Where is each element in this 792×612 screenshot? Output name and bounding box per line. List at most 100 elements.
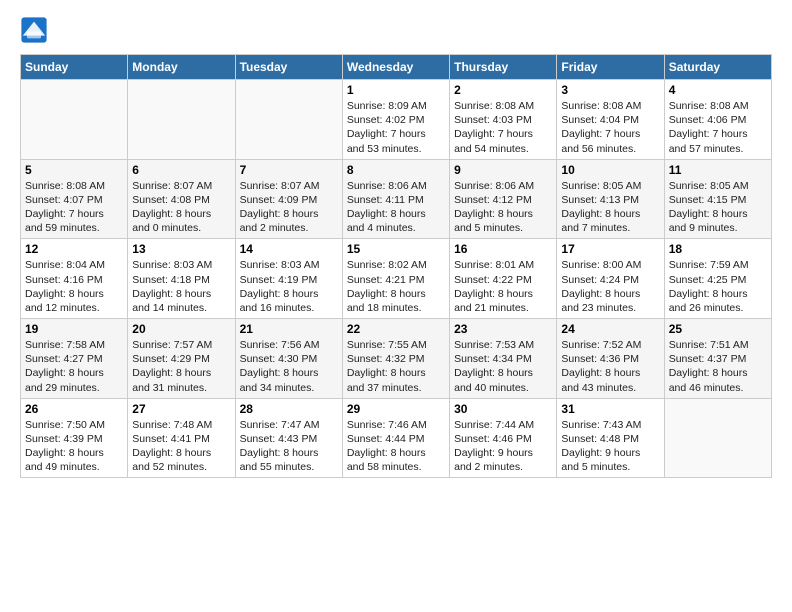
day-info: Sunrise: 8:01 AM Sunset: 4:22 PM Dayligh… xyxy=(454,258,552,315)
day-info: Sunrise: 8:05 AM Sunset: 4:15 PM Dayligh… xyxy=(669,179,767,236)
calendar-cell: 9 Sunrise: 8:06 AM Sunset: 4:12 PM Daylig… xyxy=(450,159,557,239)
day-number: 3 xyxy=(561,83,659,97)
page: SundayMondayTuesdayWednesdayThursdayFrid… xyxy=(0,0,792,488)
day-info: Sunrise: 8:04 AM Sunset: 4:16 PM Dayligh… xyxy=(25,258,123,315)
calendar-cell: 25Sunrise: 7:51 AM Sunset: 4:37 PM Dayli… xyxy=(664,319,771,399)
day-info: Sunrise: 7:56 AM Sunset: 4:30 PM Dayligh… xyxy=(240,338,338,395)
weekday-wednesday: Wednesday xyxy=(342,55,449,80)
calendar-cell: 12 Sunrise: 8:04 AM Sunset: 4:16 PM Dayli… xyxy=(21,239,128,319)
day-number: 29 xyxy=(347,402,445,416)
calendar-cell: 23 Sunrise: 7:53 AM Sunset: 4:34 PM Dayli… xyxy=(450,319,557,399)
logo-icon xyxy=(20,16,48,44)
calendar-cell: 1 Sunrise: 8:09 AM Sunset: 4:02 PM Daylig… xyxy=(342,80,449,160)
calendar-body: 1 Sunrise: 8:09 AM Sunset: 4:02 PM Daylig… xyxy=(21,80,772,478)
header xyxy=(20,16,772,44)
calendar-cell: 5Sunrise: 8:08 AM Sunset: 4:07 PM Daylig… xyxy=(21,159,128,239)
day-info: Sunrise: 7:59 AM Sunset: 4:25 PM Dayligh… xyxy=(669,258,767,315)
weekday-tuesday: Tuesday xyxy=(235,55,342,80)
calendar-cell: 22 Sunrise: 7:55 AM Sunset: 4:32 PM Dayli… xyxy=(342,319,449,399)
week-row-3: 12 Sunrise: 8:04 AM Sunset: 4:16 PM Dayli… xyxy=(21,239,772,319)
day-info: Sunrise: 8:06 AM Sunset: 4:11 PM Dayligh… xyxy=(347,179,445,236)
day-number: 5 xyxy=(25,163,123,177)
calendar-cell: 8Sunrise: 8:06 AM Sunset: 4:11 PM Daylig… xyxy=(342,159,449,239)
weekday-header-row: SundayMondayTuesdayWednesdayThursdayFrid… xyxy=(21,55,772,80)
calendar-cell: 30 Sunrise: 7:44 AM Sunset: 4:46 PM Dayli… xyxy=(450,398,557,478)
day-info: Sunrise: 8:08 AM Sunset: 4:03 PM Dayligh… xyxy=(454,99,552,156)
day-info: Sunrise: 8:00 AM Sunset: 4:24 PM Dayligh… xyxy=(561,258,659,315)
day-number: 11 xyxy=(669,163,767,177)
calendar-cell: 27 Sunrise: 7:48 AM Sunset: 4:41 PM Dayli… xyxy=(128,398,235,478)
day-info: Sunrise: 7:57 AM Sunset: 4:29 PM Dayligh… xyxy=(132,338,230,395)
day-number: 9 xyxy=(454,163,552,177)
day-info: Sunrise: 8:02 AM Sunset: 4:21 PM Dayligh… xyxy=(347,258,445,315)
day-info: Sunrise: 8:09 AM Sunset: 4:02 PM Dayligh… xyxy=(347,99,445,156)
day-info: Sunrise: 7:58 AM Sunset: 4:27 PM Dayligh… xyxy=(25,338,123,395)
day-number: 13 xyxy=(132,242,230,256)
day-info: Sunrise: 8:05 AM Sunset: 4:13 PM Dayligh… xyxy=(561,179,659,236)
calendar-cell: 21 Sunrise: 7:56 AM Sunset: 4:30 PM Dayli… xyxy=(235,319,342,399)
day-number: 20 xyxy=(132,322,230,336)
day-info: Sunrise: 7:50 AM Sunset: 4:39 PM Dayligh… xyxy=(25,418,123,475)
day-info: Sunrise: 7:48 AM Sunset: 4:41 PM Dayligh… xyxy=(132,418,230,475)
day-number: 2 xyxy=(454,83,552,97)
day-info: Sunrise: 8:08 AM Sunset: 4:06 PM Dayligh… xyxy=(669,99,767,156)
calendar-cell: 16Sunrise: 8:01 AM Sunset: 4:22 PM Dayli… xyxy=(450,239,557,319)
calendar-cell: 20 Sunrise: 7:57 AM Sunset: 4:29 PM Dayli… xyxy=(128,319,235,399)
calendar-cell: 4Sunrise: 8:08 AM Sunset: 4:06 PM Daylig… xyxy=(664,80,771,160)
day-number: 30 xyxy=(454,402,552,416)
day-number: 6 xyxy=(132,163,230,177)
day-number: 24 xyxy=(561,322,659,336)
day-number: 27 xyxy=(132,402,230,416)
day-number: 14 xyxy=(240,242,338,256)
calendar-cell: 11 Sunrise: 8:05 AM Sunset: 4:15 PM Dayli… xyxy=(664,159,771,239)
week-row-5: 26 Sunrise: 7:50 AM Sunset: 4:39 PM Dayli… xyxy=(21,398,772,478)
day-number: 17 xyxy=(561,242,659,256)
day-info: Sunrise: 7:47 AM Sunset: 4:43 PM Dayligh… xyxy=(240,418,338,475)
day-number: 18 xyxy=(669,242,767,256)
calendar-cell: 7Sunrise: 8:07 AM Sunset: 4:09 PM Daylig… xyxy=(235,159,342,239)
calendar-cell: 28Sunrise: 7:47 AM Sunset: 4:43 PM Dayli… xyxy=(235,398,342,478)
day-info: Sunrise: 8:08 AM Sunset: 4:04 PM Dayligh… xyxy=(561,99,659,156)
calendar-cell: 29 Sunrise: 7:46 AM Sunset: 4:44 PM Dayli… xyxy=(342,398,449,478)
calendar-table: SundayMondayTuesdayWednesdayThursdayFrid… xyxy=(20,54,772,478)
week-row-1: 1 Sunrise: 8:09 AM Sunset: 4:02 PM Daylig… xyxy=(21,80,772,160)
calendar-cell: 19 Sunrise: 7:58 AM Sunset: 4:27 PM Dayli… xyxy=(21,319,128,399)
calendar-cell: 24 Sunrise: 7:52 AM Sunset: 4:36 PM Dayli… xyxy=(557,319,664,399)
weekday-thursday: Thursday xyxy=(450,55,557,80)
calendar-cell: 15Sunrise: 8:02 AM Sunset: 4:21 PM Dayli… xyxy=(342,239,449,319)
calendar-cell: 18 Sunrise: 7:59 AM Sunset: 4:25 PM Dayli… xyxy=(664,239,771,319)
day-number: 21 xyxy=(240,322,338,336)
day-number: 31 xyxy=(561,402,659,416)
day-info: Sunrise: 8:03 AM Sunset: 4:19 PM Dayligh… xyxy=(240,258,338,315)
calendar-cell xyxy=(21,80,128,160)
calendar-cell: 14 Sunrise: 8:03 AM Sunset: 4:19 PM Dayli… xyxy=(235,239,342,319)
weekday-sunday: Sunday xyxy=(21,55,128,80)
day-info: Sunrise: 7:44 AM Sunset: 4:46 PM Dayligh… xyxy=(454,418,552,475)
calendar-cell: 13 Sunrise: 8:03 AM Sunset: 4:18 PM Dayli… xyxy=(128,239,235,319)
day-info: Sunrise: 8:07 AM Sunset: 4:09 PM Dayligh… xyxy=(240,179,338,236)
day-number: 26 xyxy=(25,402,123,416)
day-info: Sunrise: 7:55 AM Sunset: 4:32 PM Dayligh… xyxy=(347,338,445,395)
weekday-saturday: Saturday xyxy=(664,55,771,80)
day-number: 23 xyxy=(454,322,552,336)
calendar-cell: 26 Sunrise: 7:50 AM Sunset: 4:39 PM Dayli… xyxy=(21,398,128,478)
day-info: Sunrise: 8:03 AM Sunset: 4:18 PM Dayligh… xyxy=(132,258,230,315)
calendar-cell: 3 Sunrise: 8:08 AM Sunset: 4:04 PM Daylig… xyxy=(557,80,664,160)
day-number: 12 xyxy=(25,242,123,256)
calendar-cell: 6 Sunrise: 8:07 AM Sunset: 4:08 PM Daylig… xyxy=(128,159,235,239)
day-number: 22 xyxy=(347,322,445,336)
calendar-cell xyxy=(235,80,342,160)
calendar-cell xyxy=(664,398,771,478)
day-number: 1 xyxy=(347,83,445,97)
day-info: Sunrise: 7:52 AM Sunset: 4:36 PM Dayligh… xyxy=(561,338,659,395)
logo xyxy=(20,16,50,44)
day-number: 19 xyxy=(25,322,123,336)
day-number: 10 xyxy=(561,163,659,177)
day-info: Sunrise: 7:46 AM Sunset: 4:44 PM Dayligh… xyxy=(347,418,445,475)
day-info: Sunrise: 7:51 AM Sunset: 4:37 PM Dayligh… xyxy=(669,338,767,395)
calendar-cell: 17 Sunrise: 8:00 AM Sunset: 4:24 PM Dayli… xyxy=(557,239,664,319)
day-info: Sunrise: 8:07 AM Sunset: 4:08 PM Dayligh… xyxy=(132,179,230,236)
day-info: Sunrise: 7:53 AM Sunset: 4:34 PM Dayligh… xyxy=(454,338,552,395)
day-info: Sunrise: 8:06 AM Sunset: 4:12 PM Dayligh… xyxy=(454,179,552,236)
calendar-cell: 31Sunrise: 7:43 AM Sunset: 4:48 PM Dayli… xyxy=(557,398,664,478)
